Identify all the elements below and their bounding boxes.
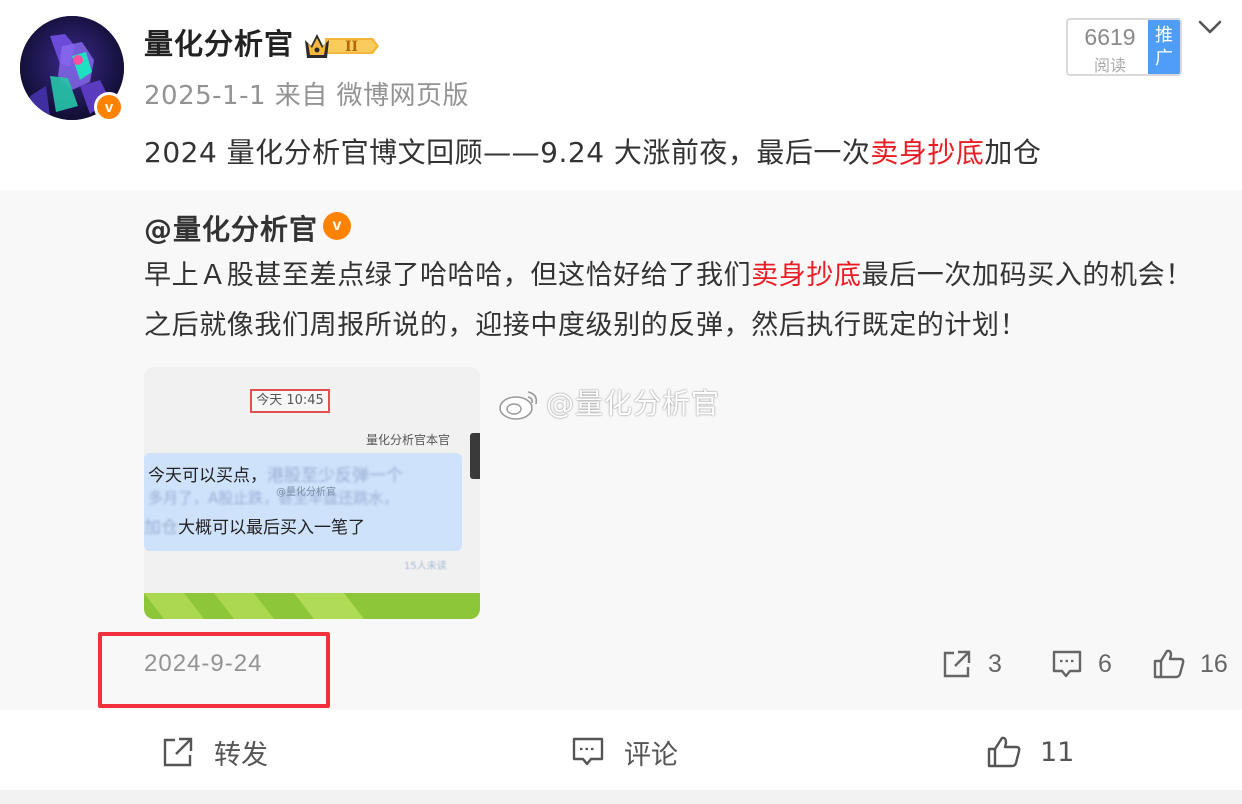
image-blurred-text: 加仓 [144, 518, 178, 538]
watermark-text: @量化分析官 [546, 387, 721, 420]
like-count: 11 [1040, 736, 1075, 768]
image-time-label: 今天 10:45 [250, 389, 330, 413]
share-count: 3 [988, 649, 1002, 678]
thumbs-up-icon [1153, 649, 1185, 679]
original-comment-button[interactable]: 6 [1050, 644, 1112, 684]
share-icon [943, 650, 971, 678]
read-count-box: 6619 阅读 推广 [1066, 18, 1182, 76]
post-meta: 2025-1-1 来自 微博网页版 [144, 81, 470, 111]
promote-button[interactable]: 推广 [1148, 20, 1180, 74]
comment-label: 评论 [624, 739, 678, 771]
promote-label: 推广 [1155, 25, 1173, 69]
verified-badge: v [323, 212, 351, 240]
original-share-button[interactable]: 3 [940, 644, 1002, 684]
original-author-link[interactable]: @量化分析官 [144, 210, 318, 250]
read-label: 阅读 [1093, 56, 1126, 75]
post-text-part: 加仓 [984, 136, 1042, 169]
image-blurred-text: 多月了，A股止跌，甚至早盘还跳水， [148, 489, 399, 507]
comment-icon [572, 737, 604, 766]
post-text: 2024 量化分析官博文回顾——9.24 大涨前夜，最后一次卖身抄底加仓 [144, 133, 1041, 173]
thumbs-up-icon [987, 736, 1021, 768]
comment-count: 6 [1098, 649, 1112, 678]
original-like-button[interactable]: 16 [1152, 644, 1228, 684]
chevron-down-icon[interactable] [1194, 14, 1226, 40]
author-name[interactable]: 量化分析官 [144, 24, 294, 64]
image-bottom-bar [144, 593, 480, 619]
image-sender: 量化分析官本官 [366, 433, 451, 447]
divider [0, 790, 1242, 804]
comment-button[interactable]: 评论 [570, 730, 678, 774]
comment-icon [1052, 650, 1082, 678]
forward-button[interactable]: 转发 [160, 730, 268, 774]
image-text: 大概可以最后买入一笔了 [178, 518, 365, 538]
text-part: 早上Ａ股甚至差点绿了哈哈哈，但这恰好给了我们 [144, 260, 752, 291]
image-text: 今天可以买点， [148, 466, 267, 486]
like-button[interactable]: 11 [986, 730, 1074, 774]
post-text-part: 2024 量化分析官博文回顾——9.24 大涨前夜，最后一次 [144, 136, 871, 169]
original-text-line-1: 早上Ａ股甚至差点绿了哈哈哈，但这恰好给了我们卖身抄底最后一次加码买入的机会！ [144, 256, 1193, 296]
svg-text:II: II [345, 39, 358, 55]
image-text-line: 加仓大概可以最后买入一笔了 [144, 513, 365, 538]
image-avatar [470, 433, 480, 479]
share-icon [163, 737, 193, 767]
weibo-logo-icon [499, 391, 538, 420]
verified-badge: v [94, 92, 124, 122]
post-image[interactable]: 今天 10:45 量化分析官本官 今天可以买点，港股至少反弹一个 多月了，A股止… [144, 367, 480, 619]
image-watermark: @量化分析官 [498, 382, 720, 426]
original-text-line-2: 之后就像我们周报所说的，迎接中度级别的反弹，然后执行既定的计划！ [144, 310, 1028, 341]
post-hashtag-link[interactable]: 卖身抄底 [870, 136, 984, 169]
read-count: 6619 [1084, 24, 1136, 50]
vip-crown-badge[interactable]: II [303, 30, 379, 62]
text-part: 最后一次加码买入的机会！ [861, 260, 1193, 291]
forward-label: 转发 [214, 739, 268, 771]
image-read-info: 15人未读 [404, 561, 447, 572]
original-hashtag-link[interactable]: 卖身抄底 [751, 260, 861, 291]
image-watermark: @量化分析官 [276, 487, 336, 498]
like-count: 16 [1200, 649, 1228, 678]
annotation-highlight-box [98, 632, 330, 708]
